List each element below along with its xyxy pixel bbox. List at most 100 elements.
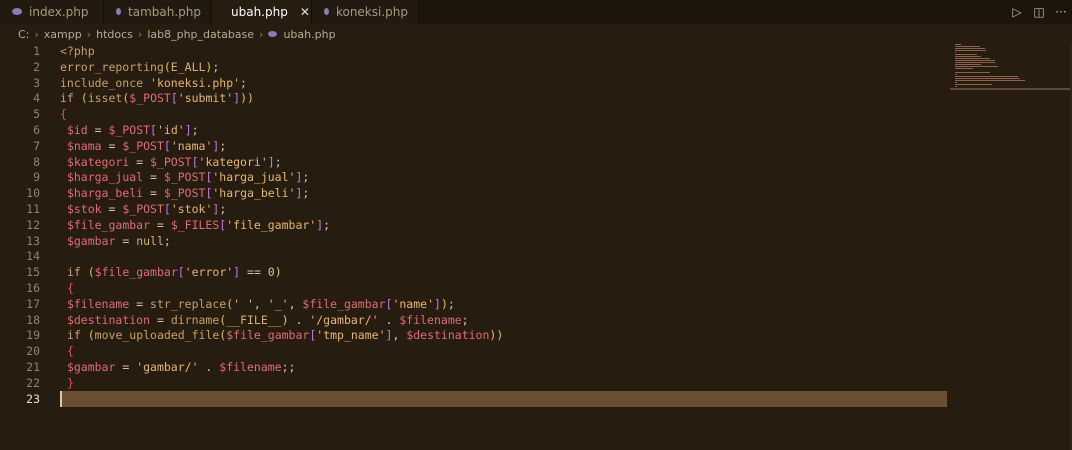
tab-koneksi-php[interactable]: koneksi.php bbox=[312, 0, 419, 24]
more-actions-icon[interactable]: ··· bbox=[1050, 5, 1072, 19]
php-file-icon bbox=[12, 7, 22, 15]
code-editor[interactable]: 1 <?php 2 error_reporting(E_ALL); 3 include_o… bbox=[0, 42, 1072, 450]
code-line[interactable]: 15 if ($file_gambar['error'] == 0) bbox=[0, 264, 950, 280]
line-code: if (isset($_POST['submit'])) bbox=[60, 91, 254, 106]
line-code: $destination = dirname(__FILE__) . '/gam… bbox=[66, 312, 469, 327]
code-line[interactable]: 6 $id = $_POST['id']; bbox=[0, 122, 950, 138]
minimap-line bbox=[955, 78, 1020, 79]
breadcrumb-xampp[interactable]: xampp bbox=[44, 28, 82, 41]
line-number: 7 bbox=[33, 138, 40, 153]
minimap-line bbox=[955, 72, 991, 73]
minimap-line bbox=[955, 82, 958, 83]
run-icon[interactable]: ▷ bbox=[1006, 5, 1028, 19]
chevron-right-icon: › bbox=[259, 27, 264, 41]
tab-index-php[interactable]: index.php bbox=[0, 0, 104, 24]
minimap-line bbox=[955, 50, 986, 51]
line-number: 10 bbox=[26, 186, 40, 201]
line-code: if (move_uploaded_file($file_gambar['tmp… bbox=[66, 328, 504, 343]
line-number: 23 bbox=[26, 391, 40, 406]
code-line[interactable]: 13 $gambar = null; bbox=[0, 233, 950, 249]
line-number: 15 bbox=[26, 265, 40, 280]
minimap-line bbox=[955, 68, 973, 69]
line-code: { bbox=[60, 107, 67, 122]
minimap-line bbox=[955, 60, 995, 61]
code-line[interactable]: 14 bbox=[0, 248, 950, 264]
line-code: <?php bbox=[60, 44, 95, 58]
code-line[interactable]: 8 $kategori = $_POST['kategori']; bbox=[0, 154, 950, 170]
minimap-line bbox=[955, 58, 991, 59]
minimap-line bbox=[955, 74, 958, 75]
code-line[interactable]: 4 if (isset($_POST['submit'])) bbox=[0, 90, 950, 106]
line-number: 11 bbox=[26, 202, 40, 216]
chevron-right-icon: › bbox=[137, 27, 143, 41]
split-editor-icon[interactable]: ◫ bbox=[1028, 5, 1050, 19]
line-code: $harga_beli = $_POST['harga_beli']; bbox=[66, 186, 310, 201]
breadcrumb-htdocs[interactable]: htdocs bbox=[96, 28, 133, 41]
line-number: 12 bbox=[26, 217, 40, 232]
code-line[interactable]: 3 include_once 'koneksi.php'; bbox=[0, 75, 950, 91]
php-file-icon bbox=[268, 31, 278, 37]
code-line[interactable]: 23 bbox=[0, 391, 950, 407]
tab-ubah-php[interactable]: ubah.php ✕ bbox=[212, 0, 312, 24]
line-code: $file_gambar = $_FILES['file_gambar']; bbox=[66, 217, 331, 232]
breadcrumb-drive[interactable]: C: bbox=[18, 28, 29, 41]
line-code: $gambar = 'gambar/' . $filename;; bbox=[66, 360, 296, 374]
line-number: 14 bbox=[26, 249, 40, 264]
code-line[interactable]: 7 $nama = $_POST['nama']; bbox=[0, 138, 950, 154]
tab-tambah-php[interactable]: tambah.php bbox=[104, 0, 212, 24]
minimap-line bbox=[955, 54, 977, 55]
line-number: 19 bbox=[26, 328, 40, 343]
tab-label: ubah.php bbox=[231, 5, 288, 19]
line-number: 9 bbox=[33, 170, 40, 185]
minimap[interactable] bbox=[955, 44, 1070, 94]
breadcrumb-folder[interactable]: lab8_php_database bbox=[147, 28, 254, 41]
tab-label: tambah.php bbox=[128, 5, 201, 19]
line-code: $kategori = $_POST['kategori']; bbox=[66, 154, 282, 169]
line-number: 2 bbox=[33, 59, 40, 74]
line-code: include_once 'koneksi.php'; bbox=[60, 75, 247, 90]
line-code: $gambar = null; bbox=[66, 233, 171, 248]
line-code: $nama = $_POST['nama']; bbox=[66, 138, 227, 153]
chevron-right-icon: › bbox=[86, 27, 92, 41]
line-number: 8 bbox=[33, 154, 40, 169]
line-number: 22 bbox=[26, 375, 40, 390]
code-line[interactable]: 1 <?php bbox=[0, 43, 950, 59]
line-number: 17 bbox=[26, 296, 40, 311]
minimap-line bbox=[955, 56, 982, 57]
minimap-slider[interactable] bbox=[950, 88, 1072, 90]
tab-bar: index.php tambah.php ubah.php ✕ koneksi.… bbox=[0, 0, 1072, 24]
minimap-line bbox=[955, 62, 995, 63]
breadcrumb-file[interactable]: ubah.php bbox=[283, 28, 335, 41]
code-line[interactable]: 10 $harga_beli = $_POST['harga_beli']; bbox=[0, 185, 950, 201]
code-line[interactable]: 5{ bbox=[0, 106, 950, 122]
code-line[interactable]: 16 { bbox=[0, 280, 950, 296]
php-file-icon bbox=[324, 7, 329, 15]
line-code: $filename = str_replace(' ', '_', $file_… bbox=[66, 296, 455, 311]
line-code: $stok = $_POST['stok']; bbox=[66, 202, 227, 216]
line-number: 18 bbox=[26, 312, 40, 327]
php-file-icon bbox=[116, 7, 122, 15]
breadcrumb: C: › xampp › htdocs › lab8_php_database … bbox=[0, 24, 1072, 44]
code-line[interactable]: 19 if (move_uploaded_file($file_gambar['… bbox=[0, 327, 950, 343]
line-number: 16 bbox=[26, 281, 40, 295]
line-number: 5 bbox=[33, 107, 40, 122]
minimap-line bbox=[955, 86, 958, 87]
code-line[interactable]: 17 $filename = str_replace(' ', '_', $fi… bbox=[0, 296, 950, 312]
minimap-line bbox=[955, 44, 961, 45]
line-code: { bbox=[66, 344, 74, 359]
code-line[interactable]: 9 $harga_jual = $_POST['harga_jual']; bbox=[0, 169, 950, 185]
close-icon[interactable]: ✕ bbox=[300, 5, 310, 19]
line-code: $id = $_POST['id']; bbox=[66, 123, 199, 137]
minimap-line bbox=[955, 76, 1018, 77]
line-number: 6 bbox=[33, 123, 40, 137]
minimap-line bbox=[955, 46, 981, 47]
minimap-line bbox=[955, 80, 1026, 81]
code-line[interactable]: 22 } bbox=[0, 375, 950, 391]
line-number: 13 bbox=[26, 233, 40, 248]
code-line[interactable]: 11 $stok = $_POST['stok']; bbox=[0, 201, 950, 217]
code-line[interactable]: 20 { bbox=[0, 343, 950, 359]
code-line[interactable]: 2 error_reporting(E_ALL); bbox=[0, 59, 950, 75]
code-line[interactable]: 12 $file_gambar = $_FILES['file_gambar']… bbox=[0, 217, 950, 233]
code-line[interactable]: 21 $gambar = 'gambar/' . $filename;; bbox=[0, 359, 950, 375]
code-line[interactable]: 18 $destination = dirname(__FILE__) . '/… bbox=[0, 312, 950, 328]
